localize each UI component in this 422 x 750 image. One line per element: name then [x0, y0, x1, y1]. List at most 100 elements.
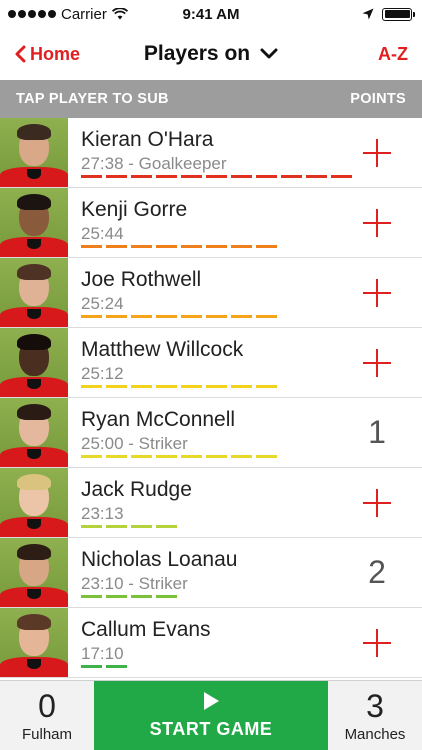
player-points[interactable]: 2 — [332, 538, 422, 607]
player-photo — [0, 328, 68, 397]
player-time-position: 27:38 - Goalkeeper — [81, 154, 227, 173]
player-row[interactable]: Callum Evans 17:10 — [0, 608, 422, 678]
playing-time-segment — [231, 175, 252, 178]
playing-time-segment — [156, 315, 177, 318]
player-row[interactable]: Kenji Gorre 25:44 — [0, 188, 422, 258]
home-team-name: Fulham — [21, 726, 73, 743]
playing-time-segment — [306, 175, 327, 178]
nav-bar: Home Players on A-Z — [0, 28, 422, 80]
player-time-position: 23:13 — [81, 504, 124, 523]
playing-time-segment — [156, 595, 177, 598]
player-time-position: 25:00 - Striker — [81, 434, 188, 453]
player-time-position: 23:10 - Striker — [81, 574, 188, 593]
playing-time-bar — [81, 175, 352, 178]
page-title: Players on — [143, 42, 251, 65]
player-name: Ryan McConnell — [81, 408, 236, 431]
chevron-down-icon — [260, 48, 278, 59]
status-right — [362, 7, 415, 21]
plus-icon — [363, 488, 391, 517]
playing-time-segment — [81, 315, 102, 318]
plus-icon — [363, 628, 391, 657]
player-photo — [0, 468, 68, 537]
player-photo — [0, 398, 68, 467]
playing-time-segment — [106, 175, 127, 178]
player-photo — [0, 258, 68, 327]
playing-time-segment — [81, 525, 102, 528]
playing-time-segment — [231, 455, 252, 458]
playing-time-segment — [106, 595, 127, 598]
player-points-value: 2 — [368, 554, 386, 590]
location-arrow-icon — [362, 8, 374, 20]
playing-time-segment — [206, 245, 227, 248]
playing-time-segment — [156, 385, 177, 388]
playing-time-segment — [131, 315, 152, 318]
playing-time-segment — [331, 175, 352, 178]
playing-time-segment — [181, 455, 202, 458]
player-name: Callum Evans — [81, 618, 211, 641]
player-name: Kieran O'Hara — [81, 128, 214, 151]
playing-time-bar — [81, 385, 277, 388]
playing-time-segment — [231, 315, 252, 318]
playing-time-segment — [106, 525, 127, 528]
playing-time-segment — [156, 245, 177, 248]
players-on-dropdown[interactable]: Players on — [144, 42, 278, 66]
playing-time-segment — [206, 315, 227, 318]
player-time-position: 17:10 — [81, 644, 124, 663]
status-bar: Carrier 9:41 AM — [0, 0, 422, 28]
playing-time-segment — [181, 175, 202, 178]
add-points-button[interactable] — [332, 258, 422, 327]
player-time-position: 25:12 — [81, 364, 124, 383]
away-score-value: 3 — [366, 688, 384, 724]
player-row[interactable]: Ryan McConnell 25:00 - Striker 1 — [0, 398, 422, 468]
playing-time-segment — [106, 665, 127, 668]
player-info: Kieran O'Hara 27:38 - Goalkeeper — [68, 118, 352, 187]
playing-time-bar — [81, 315, 277, 318]
playing-time-segment — [106, 455, 127, 458]
playing-time-segment — [206, 385, 227, 388]
status-left: Carrier — [8, 6, 128, 23]
playing-time-segment — [106, 385, 127, 388]
start-game-label: START GAME — [149, 719, 273, 739]
player-photo — [0, 118, 68, 187]
add-points-button[interactable] — [332, 188, 422, 257]
sort-az-button[interactable]: A-Z — [378, 44, 408, 65]
add-points-button[interactable] — [332, 468, 422, 537]
chevron-left-icon — [15, 45, 26, 63]
player-row[interactable]: Jack Rudge 23:13 — [0, 468, 422, 538]
add-points-button[interactable] — [332, 608, 422, 677]
player-time-position: 25:24 — [81, 294, 124, 313]
player-points[interactable]: 1 — [332, 398, 422, 467]
player-list: Kieran O'Hara 27:38 - Goalkeeper Kenji Gor… — [0, 118, 422, 680]
player-row[interactable]: Joe Rothwell 25:24 — [0, 258, 422, 328]
playing-time-segment — [81, 385, 102, 388]
home-score-value: 0 — [38, 688, 56, 724]
player-name: Matthew Willcock — [81, 338, 244, 361]
playing-time-segment — [156, 455, 177, 458]
plus-icon — [363, 208, 391, 237]
add-points-button[interactable] — [332, 328, 422, 397]
home-back-label: Home — [30, 43, 81, 64]
player-row[interactable]: Nicholas Loanau 23:10 - Striker 2 — [0, 538, 422, 608]
playing-time-segment — [81, 245, 102, 248]
list-header: TAP PLAYER TO SUB POINTS — [0, 80, 422, 118]
playing-time-segment — [131, 175, 152, 178]
playing-time-segment — [131, 385, 152, 388]
playing-time-segment — [281, 175, 302, 178]
playing-time-segment — [181, 385, 202, 388]
player-info: Ryan McConnell 25:00 - Striker — [68, 398, 332, 467]
playing-time-segment — [181, 245, 202, 248]
plus-icon — [363, 138, 391, 167]
playing-time-bar — [81, 525, 177, 528]
player-name: Jack Rudge — [81, 478, 192, 501]
list-header-points: POINTS — [350, 91, 406, 107]
player-row[interactable]: Matthew Willcock 25:12 — [0, 328, 422, 398]
playing-time-segment — [256, 315, 277, 318]
wifi-icon — [111, 8, 128, 20]
home-back-button[interactable]: Home — [14, 44, 80, 65]
start-game-button[interactable]: START GAME — [94, 681, 328, 750]
player-row[interactable]: Kieran O'Hara 27:38 - Goalkeeper — [0, 118, 422, 188]
playing-time-segment — [106, 315, 127, 318]
playing-time-segment — [156, 525, 177, 528]
home-score: 0 Fulham — [0, 681, 94, 750]
plus-icon — [363, 278, 391, 307]
